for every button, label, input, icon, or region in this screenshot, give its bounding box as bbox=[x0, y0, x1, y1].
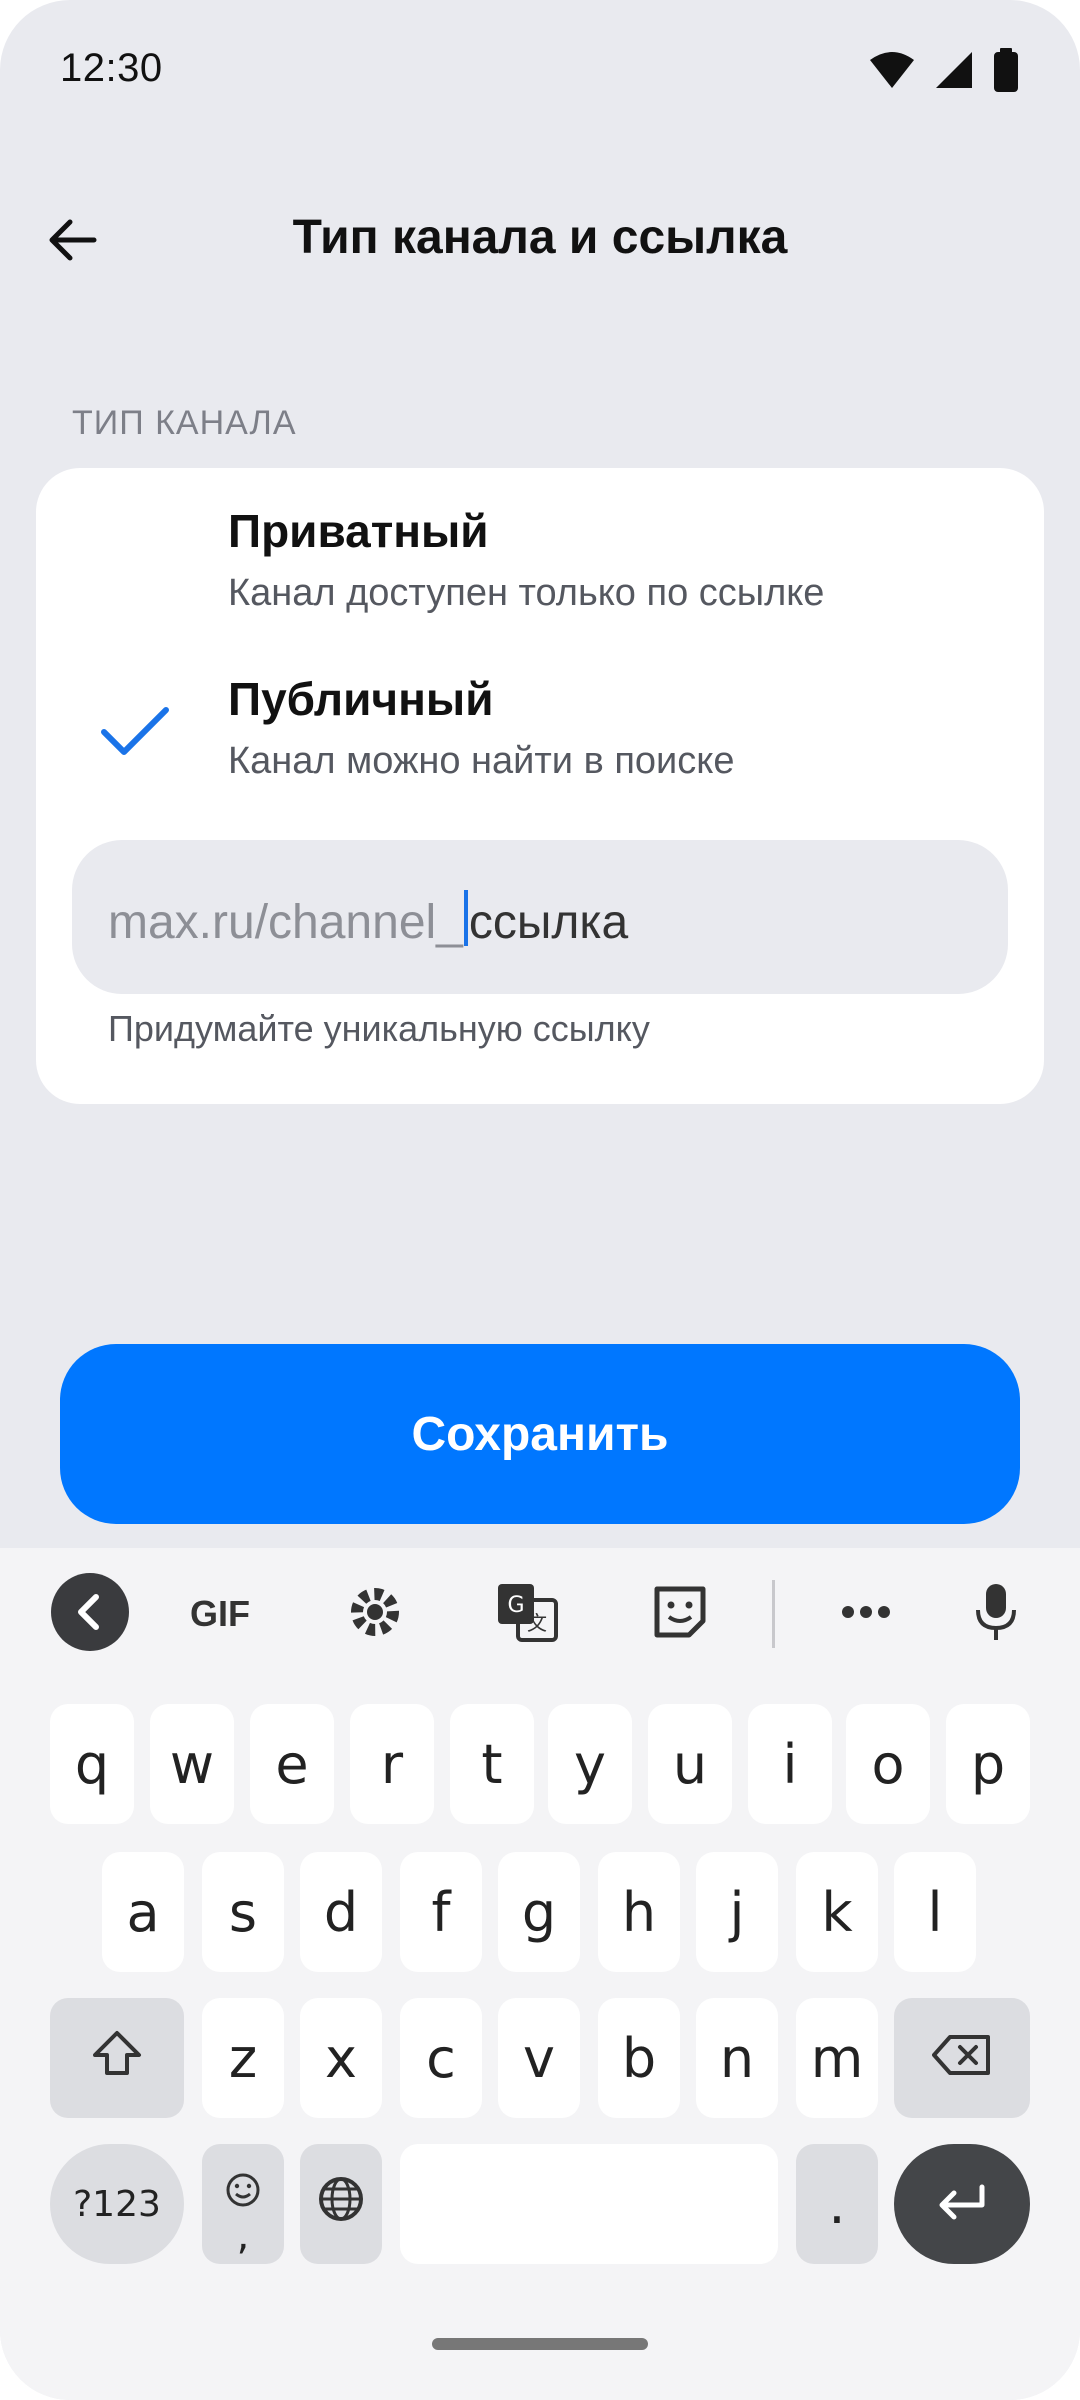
channel-type-card: Приватный Канал доступен только по ссылк… bbox=[36, 468, 1044, 1104]
key-d[interactable]: d bbox=[300, 1852, 382, 1972]
emoji-comma-key[interactable]: , bbox=[202, 2144, 284, 2264]
comma-label: , bbox=[236, 2212, 250, 2259]
translate-icon: G文 bbox=[496, 1582, 558, 1647]
translate-button[interactable]: G文 bbox=[487, 1574, 567, 1654]
backspace-icon bbox=[932, 2027, 992, 2090]
symbols-key[interactable]: ?123 bbox=[50, 2144, 184, 2264]
sticker-icon bbox=[651, 1583, 709, 1646]
shift-key[interactable] bbox=[50, 1998, 184, 2118]
soft-keyboard: GIF G文 q w e r t y u i o p a s d f g h j… bbox=[0, 1548, 1080, 2400]
key-r[interactable]: r bbox=[350, 1704, 434, 1824]
more-button[interactable] bbox=[826, 1574, 906, 1654]
battery-icon bbox=[992, 48, 1020, 92]
status-bar: 12:30 bbox=[0, 0, 1080, 140]
key-c[interactable]: c bbox=[400, 1998, 482, 2118]
link-value: ссылка bbox=[468, 896, 629, 949]
save-button[interactable]: Сохранить bbox=[60, 1344, 1020, 1524]
status-icons bbox=[868, 48, 1020, 92]
collapse-button[interactable] bbox=[50, 1572, 130, 1656]
key-j[interactable]: j bbox=[696, 1852, 778, 1972]
text-cursor bbox=[463, 890, 468, 946]
gif-label: GIF bbox=[190, 1593, 250, 1634]
mic-button[interactable] bbox=[956, 1574, 1036, 1654]
emoji-icon bbox=[225, 2158, 261, 2221]
option-private[interactable]: Приватный Канал доступен только по ссылк… bbox=[36, 468, 1044, 628]
cell-signal-icon bbox=[934, 50, 974, 90]
key-q[interactable]: q bbox=[50, 1704, 134, 1824]
section-label: ТИП КАНАЛА bbox=[72, 404, 297, 442]
key-m[interactable]: m bbox=[796, 1998, 878, 2118]
key-e[interactable]: e bbox=[250, 1704, 334, 1824]
channel-link-input[interactable]: max.ru/channel_ ссылка bbox=[72, 840, 1008, 994]
key-x[interactable]: x bbox=[300, 1998, 382, 2118]
checkmark-icon bbox=[100, 706, 170, 765]
link-input-text: max.ru/channel_ ссылка bbox=[108, 890, 628, 950]
key-s[interactable]: s bbox=[202, 1852, 284, 1972]
option-title: Приватный bbox=[228, 505, 489, 557]
key-b[interactable]: b bbox=[598, 1998, 680, 2118]
key-z[interactable]: z bbox=[202, 1998, 284, 2118]
key-y[interactable]: y bbox=[548, 1704, 632, 1824]
settings-button[interactable] bbox=[335, 1574, 415, 1654]
collapse-icon bbox=[51, 1572, 129, 1656]
option-public[interactable]: Публичный Канал можно найти в поиске bbox=[36, 636, 1044, 796]
svg-text:G: G bbox=[507, 1593, 524, 1618]
mic-icon bbox=[974, 1582, 1018, 1647]
phone-screen: 12:30 Тип канала и ссылка ТИП КАНАЛА При… bbox=[0, 0, 1080, 2400]
option-subtitle: Канал доступен только по ссылке bbox=[228, 572, 825, 614]
key-l[interactable]: l bbox=[894, 1852, 976, 1972]
enter-icon bbox=[934, 2173, 990, 2236]
navigation-handle[interactable] bbox=[432, 2338, 648, 2350]
key-v[interactable]: v bbox=[498, 1998, 580, 2118]
more-icon bbox=[841, 1605, 891, 1624]
keyboard-toolbar: GIF G文 bbox=[0, 1548, 1080, 1678]
gif-button[interactable]: GIF bbox=[180, 1574, 260, 1654]
top-app-bar: Тип канала и ссылка bbox=[0, 180, 1080, 300]
key-g[interactable]: g bbox=[498, 1852, 580, 1972]
shift-icon bbox=[91, 2027, 143, 2090]
key-h[interactable]: h bbox=[598, 1852, 680, 1972]
key-o[interactable]: o bbox=[846, 1704, 930, 1824]
key-u[interactable]: u bbox=[648, 1704, 732, 1824]
sticker-button[interactable] bbox=[640, 1574, 720, 1654]
backspace-key[interactable] bbox=[894, 1998, 1030, 2118]
link-hint: Придумайте уникальную ссылку bbox=[108, 1008, 650, 1049]
enter-key[interactable] bbox=[894, 2144, 1030, 2264]
key-k[interactable]: k bbox=[796, 1852, 878, 1972]
toolbar-divider bbox=[772, 1580, 775, 1648]
wifi-icon bbox=[868, 50, 916, 90]
page-title: Тип канала и ссылка bbox=[292, 211, 788, 264]
option-subtitle: Канал можно найти в поиске bbox=[228, 740, 735, 782]
key-a[interactable]: a bbox=[102, 1852, 184, 1972]
key-p[interactable]: p bbox=[946, 1704, 1030, 1824]
key-t[interactable]: t bbox=[450, 1704, 534, 1824]
svg-text:文: 文 bbox=[527, 1611, 547, 1635]
space-key[interactable] bbox=[400, 2144, 778, 2264]
link-prefix: max.ru/channel_ bbox=[108, 896, 463, 949]
key-w[interactable]: w bbox=[150, 1704, 234, 1824]
status-time: 12:30 bbox=[60, 46, 163, 90]
settings-icon bbox=[345, 1582, 405, 1647]
key-n[interactable]: n bbox=[696, 1998, 778, 2118]
language-key[interactable] bbox=[300, 2144, 382, 2264]
period-key[interactable]: . bbox=[796, 2144, 878, 2264]
option-title: Публичный bbox=[228, 673, 494, 725]
globe-icon bbox=[317, 2173, 365, 2236]
key-f[interactable]: f bbox=[400, 1852, 482, 1972]
key-i[interactable]: i bbox=[748, 1704, 832, 1824]
